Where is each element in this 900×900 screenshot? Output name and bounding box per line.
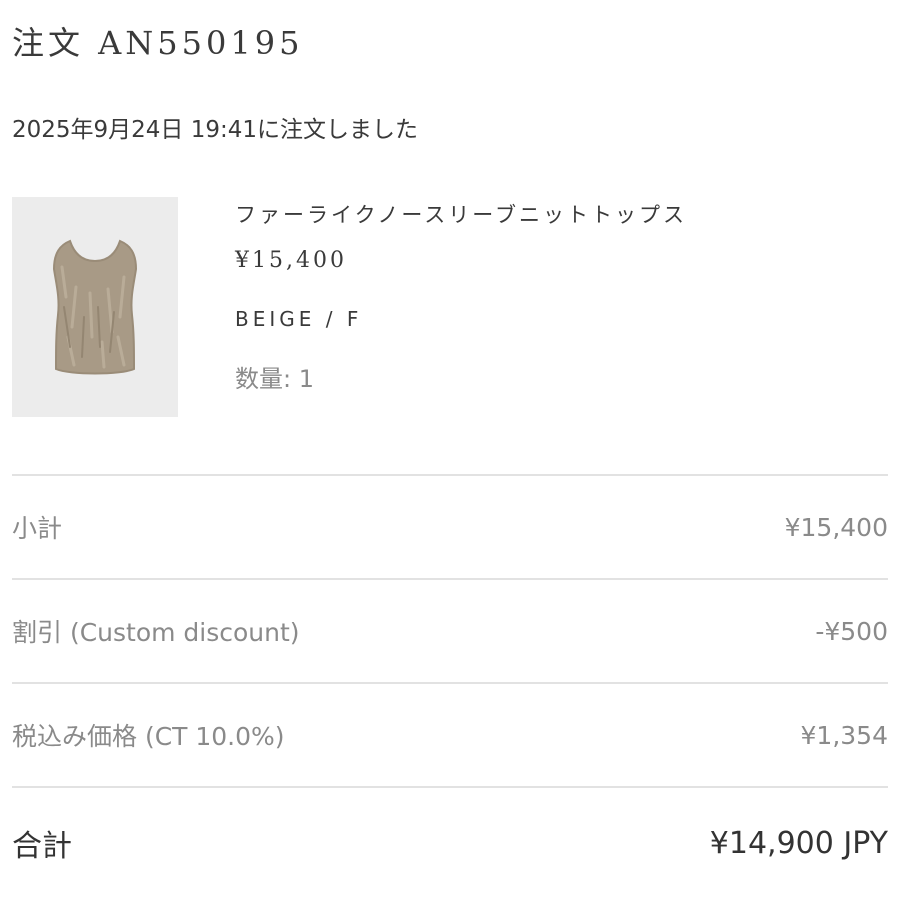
subtotal-row: 小計 ¥15,400 (12, 476, 888, 578)
product-info: ファーライクノースリーブニットトップス ¥15,400 BEIGE / F 数量… (235, 198, 875, 396)
product-quantity: 数量: 1 (235, 365, 314, 393)
tax-row: 税込み価格 (CT 10.0%) ¥1,354 (12, 684, 888, 786)
product-price: ¥15,400 (235, 248, 347, 273)
total-label: 合計 (12, 829, 72, 864)
subtotal-label: 小計 (12, 514, 63, 543)
product-image[interactable] (12, 197, 178, 417)
discount-value: -¥500 (815, 616, 888, 646)
order-date: 2025年9月24日 19:41に注文しました (12, 117, 419, 143)
discount-row: 割引 (Custom discount) -¥500 (12, 580, 888, 682)
discount-label: 割引 (Custom discount) (12, 618, 300, 647)
product-variant: BEIGE / F (235, 307, 363, 331)
product-name[interactable]: ファーライクノースリーブニットトップス (235, 198, 875, 232)
tax-label: 税込み価格 (CT 10.0%) (12, 722, 285, 751)
total-value: ¥14,900 JPY (709, 825, 888, 861)
subtotal-value: ¥15,400 (784, 512, 888, 542)
total-row: 合計 ¥14,900 JPY (12, 788, 888, 898)
order-title: 注文 AN550195 (12, 24, 304, 62)
knit-top-thumbnail-icon (52, 239, 138, 375)
order-summary: 小計 ¥15,400 割引 (Custom discount) -¥500 税込… (12, 474, 888, 898)
tax-value: ¥1,354 (800, 720, 888, 750)
